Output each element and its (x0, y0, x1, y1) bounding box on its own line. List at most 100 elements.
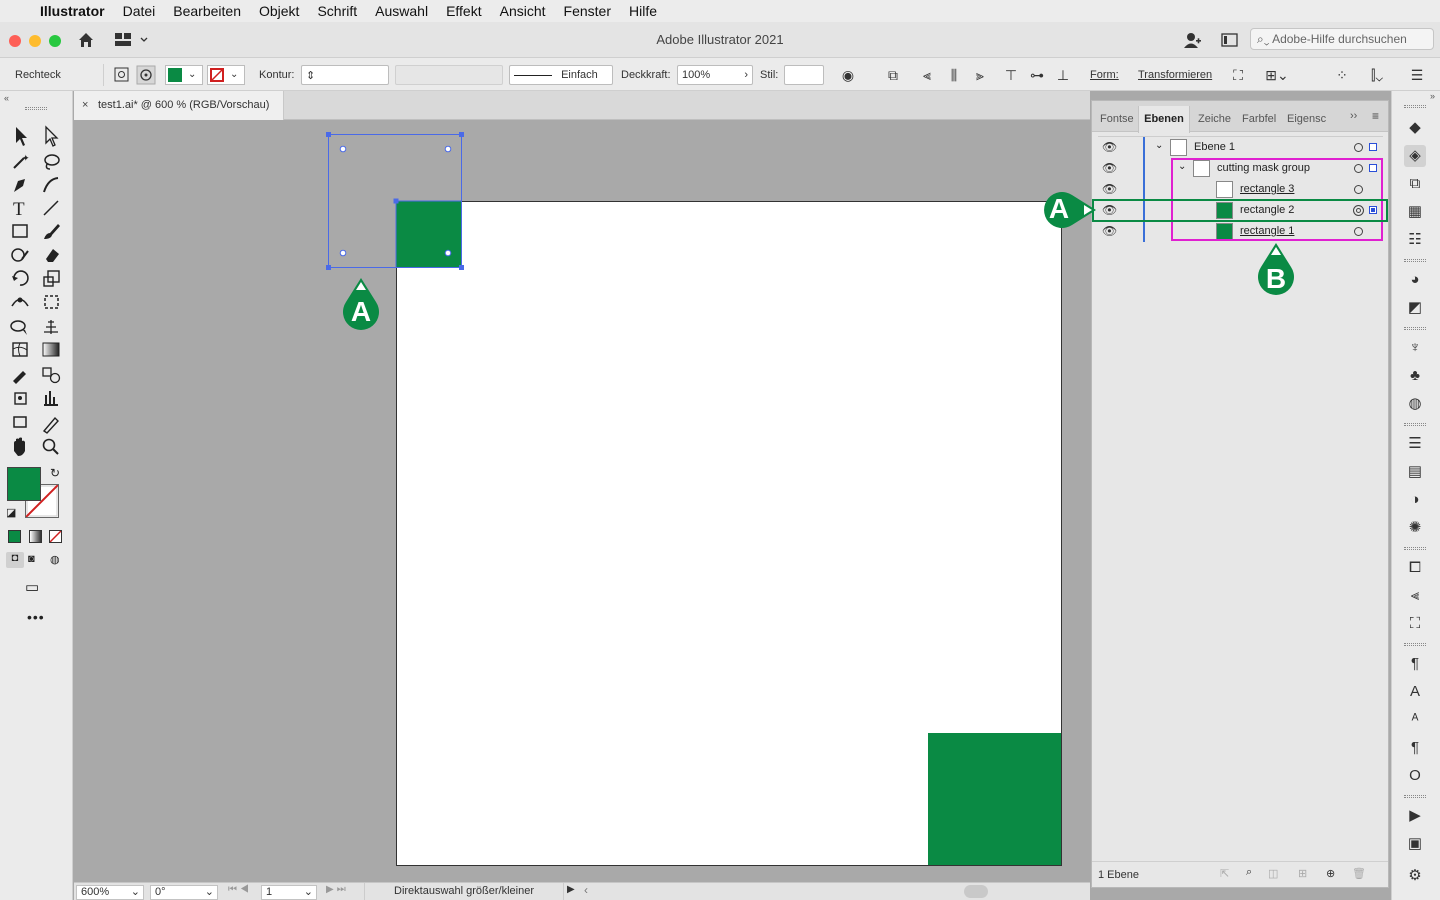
status-menu-arrow-icon[interactable]: ▶ (567, 884, 575, 895)
menu-app[interactable]: Illustrator (34, 3, 114, 19)
gradient-icon[interactable]: ▤ (1404, 461, 1426, 483)
mesh-tool[interactable] (9, 341, 31, 363)
isolation-mode-icons[interactable] (112, 65, 162, 85)
maximize-window-button[interactable] (49, 35, 61, 47)
artboard-tool[interactable] (9, 413, 31, 435)
paragraph-styles-icon[interactable]: ¶ (1404, 737, 1426, 759)
eyedropper-tool[interactable] (9, 365, 31, 387)
align-top-icon[interactable]: ⊤ (1002, 66, 1020, 84)
asset-export-icon[interactable]: ⧉ (1404, 173, 1426, 195)
brushes-icon[interactable]: ♆ (1404, 337, 1426, 359)
tab-character[interactable]: Zeiche (1198, 106, 1234, 132)
eye-icon[interactable]: 👁 (1102, 161, 1117, 175)
settings-icon[interactable]: ⚙ (1404, 865, 1426, 887)
menu-objekt[interactable]: Objekt (250, 3, 308, 19)
selection-bounding-box[interactable] (324, 130, 469, 275)
menu-fenster[interactable]: Fenster (555, 3, 620, 19)
opacity-input[interactable]: 100% › (677, 65, 753, 85)
workspace-switcher-icon[interactable] (114, 31, 148, 49)
recolor-artwork-icon[interactable]: ◉ (839, 66, 857, 84)
properties-icon[interactable]: ☷ (1404, 229, 1426, 251)
close-tab-icon[interactable]: × (82, 99, 88, 111)
rectangle-tool[interactable] (9, 221, 31, 243)
column-graph-tool[interactable] (40, 389, 62, 411)
transform-link[interactable]: Transformieren (1138, 58, 1212, 91)
stroke-color-dropdown[interactable]: ⌄ (207, 65, 245, 85)
artboard-number-dropdown[interactable]: 1 ⌄ (261, 885, 317, 900)
expand-panels-icon[interactable]: ›› (1350, 110, 1357, 122)
brush-style-dropdown[interactable]: Einfach (509, 65, 613, 85)
graphic-style-dropdown[interactable] (784, 65, 824, 85)
free-transform-tool[interactable] (40, 293, 62, 315)
tab-swatches[interactable]: Farbfel (1242, 106, 1280, 132)
hand-tool[interactable] (9, 437, 31, 459)
new-layer-icon[interactable]: ⊕ (1326, 867, 1335, 880)
character-icon[interactable]: A (1404, 681, 1426, 703)
menu-hilfe[interactable]: Hilfe (620, 3, 666, 19)
gradient-mode-button[interactable] (29, 530, 42, 543)
dock-grip[interactable] (1404, 547, 1426, 550)
slice-tool[interactable] (40, 413, 62, 435)
arrange-documents-icon[interactable]: ⫿⌄ (1360, 66, 1394, 84)
blend-tool[interactable] (40, 365, 62, 387)
dock-grip[interactable] (1404, 327, 1426, 330)
stroke-icon[interactable]: ☰ (1404, 433, 1426, 455)
default-colors-icon[interactable]: ◪ (6, 506, 16, 519)
arrange-documents-icon[interactable] (1221, 32, 1239, 48)
target-icon[interactable] (1354, 143, 1363, 152)
first-prev-artboard-icons[interactable]: ⏮◀ (228, 884, 252, 895)
minimize-window-button[interactable] (29, 35, 41, 47)
collapse-panel-icon[interactable]: « (4, 93, 9, 103)
type-tool[interactable] (9, 197, 31, 219)
share-user-icon[interactable] (1182, 30, 1202, 50)
panel-menu-icon[interactable]: ☰ (1408, 66, 1426, 84)
symbols-icon[interactable]: ♣ (1404, 365, 1426, 387)
opentype-icon[interactable]: O (1404, 765, 1426, 787)
scroll-left-icon[interactable]: ‹ (584, 883, 588, 897)
none-mode-button[interactable] (49, 530, 62, 543)
graphic-styles-icon[interactable]: ◍ (1404, 393, 1426, 415)
image-trace-icon[interactable]: ▣ (1404, 833, 1426, 855)
gradient-tool[interactable] (40, 341, 62, 363)
panel-menu-icon[interactable]: ≡ (1372, 109, 1379, 123)
next-last-artboard-icons[interactable]: ▶⏭ (326, 884, 349, 895)
panel-grip[interactable] (25, 107, 47, 110)
color-mode-button[interactable] (8, 530, 21, 543)
dock-grip[interactable] (1404, 259, 1426, 262)
menu-auswahl[interactable]: Auswahl (366, 3, 437, 19)
zoom-dropdown[interactable]: 600% ⌄ (76, 885, 144, 900)
color-guide-icon[interactable]: ◩ (1404, 297, 1426, 319)
align-icon[interactable]: ⫷ (1404, 585, 1426, 607)
more-tools-icon[interactable]: ••• (27, 609, 45, 625)
paragraph-icon[interactable]: ¶ (1404, 653, 1426, 675)
dock-grip[interactable] (1404, 643, 1426, 646)
curvature-tool[interactable] (40, 173, 62, 195)
swap-fill-stroke-icon[interactable]: ↻ (50, 466, 60, 480)
artboards-icon[interactable]: ▦ (1404, 201, 1426, 223)
menu-bearbeiten[interactable]: Bearbeiten (164, 3, 250, 19)
rotate-tool[interactable] (9, 269, 31, 291)
tab-layers[interactable]: Ebenen (1138, 106, 1190, 133)
align-center-icon[interactable]: ⫼ (945, 66, 963, 84)
menu-schrift[interactable]: Schrift (308, 3, 366, 19)
dock-grip[interactable] (1404, 423, 1426, 426)
pen-tool[interactable] (9, 173, 31, 195)
tab-properties[interactable]: Eigensc (1287, 106, 1329, 132)
menu-datei[interactable]: Datei (114, 3, 165, 19)
delete-icon[interactable]: 🗑 (1352, 867, 1366, 880)
shaper-tool[interactable] (9, 245, 31, 267)
lasso-tool[interactable] (40, 149, 62, 171)
color-icon[interactable]: ◕ (1404, 269, 1426, 291)
selection-tool[interactable] (9, 125, 31, 147)
shape-properties-link[interactable]: Form: (1090, 58, 1119, 91)
chevron-down-icon[interactable]: ⌄ (1155, 140, 1163, 151)
align-left-icon[interactable]: ⫷ (918, 66, 936, 84)
align-middle-icon[interactable]: ⊶ (1028, 66, 1046, 84)
close-window-button[interactable] (9, 35, 21, 47)
paintbrush-tool[interactable] (40, 221, 62, 243)
canvas-area[interactable] (74, 120, 1090, 882)
document-tab[interactable]: × test1.ai* @ 600 % (RGB/Vorschau) (74, 91, 284, 120)
stroke-weight-stepper[interactable]: ⇕ (301, 65, 389, 85)
layers-icon[interactable]: ◈ (1404, 145, 1426, 167)
transform-options-icon[interactable]: ⊞⌄ (1262, 66, 1292, 84)
